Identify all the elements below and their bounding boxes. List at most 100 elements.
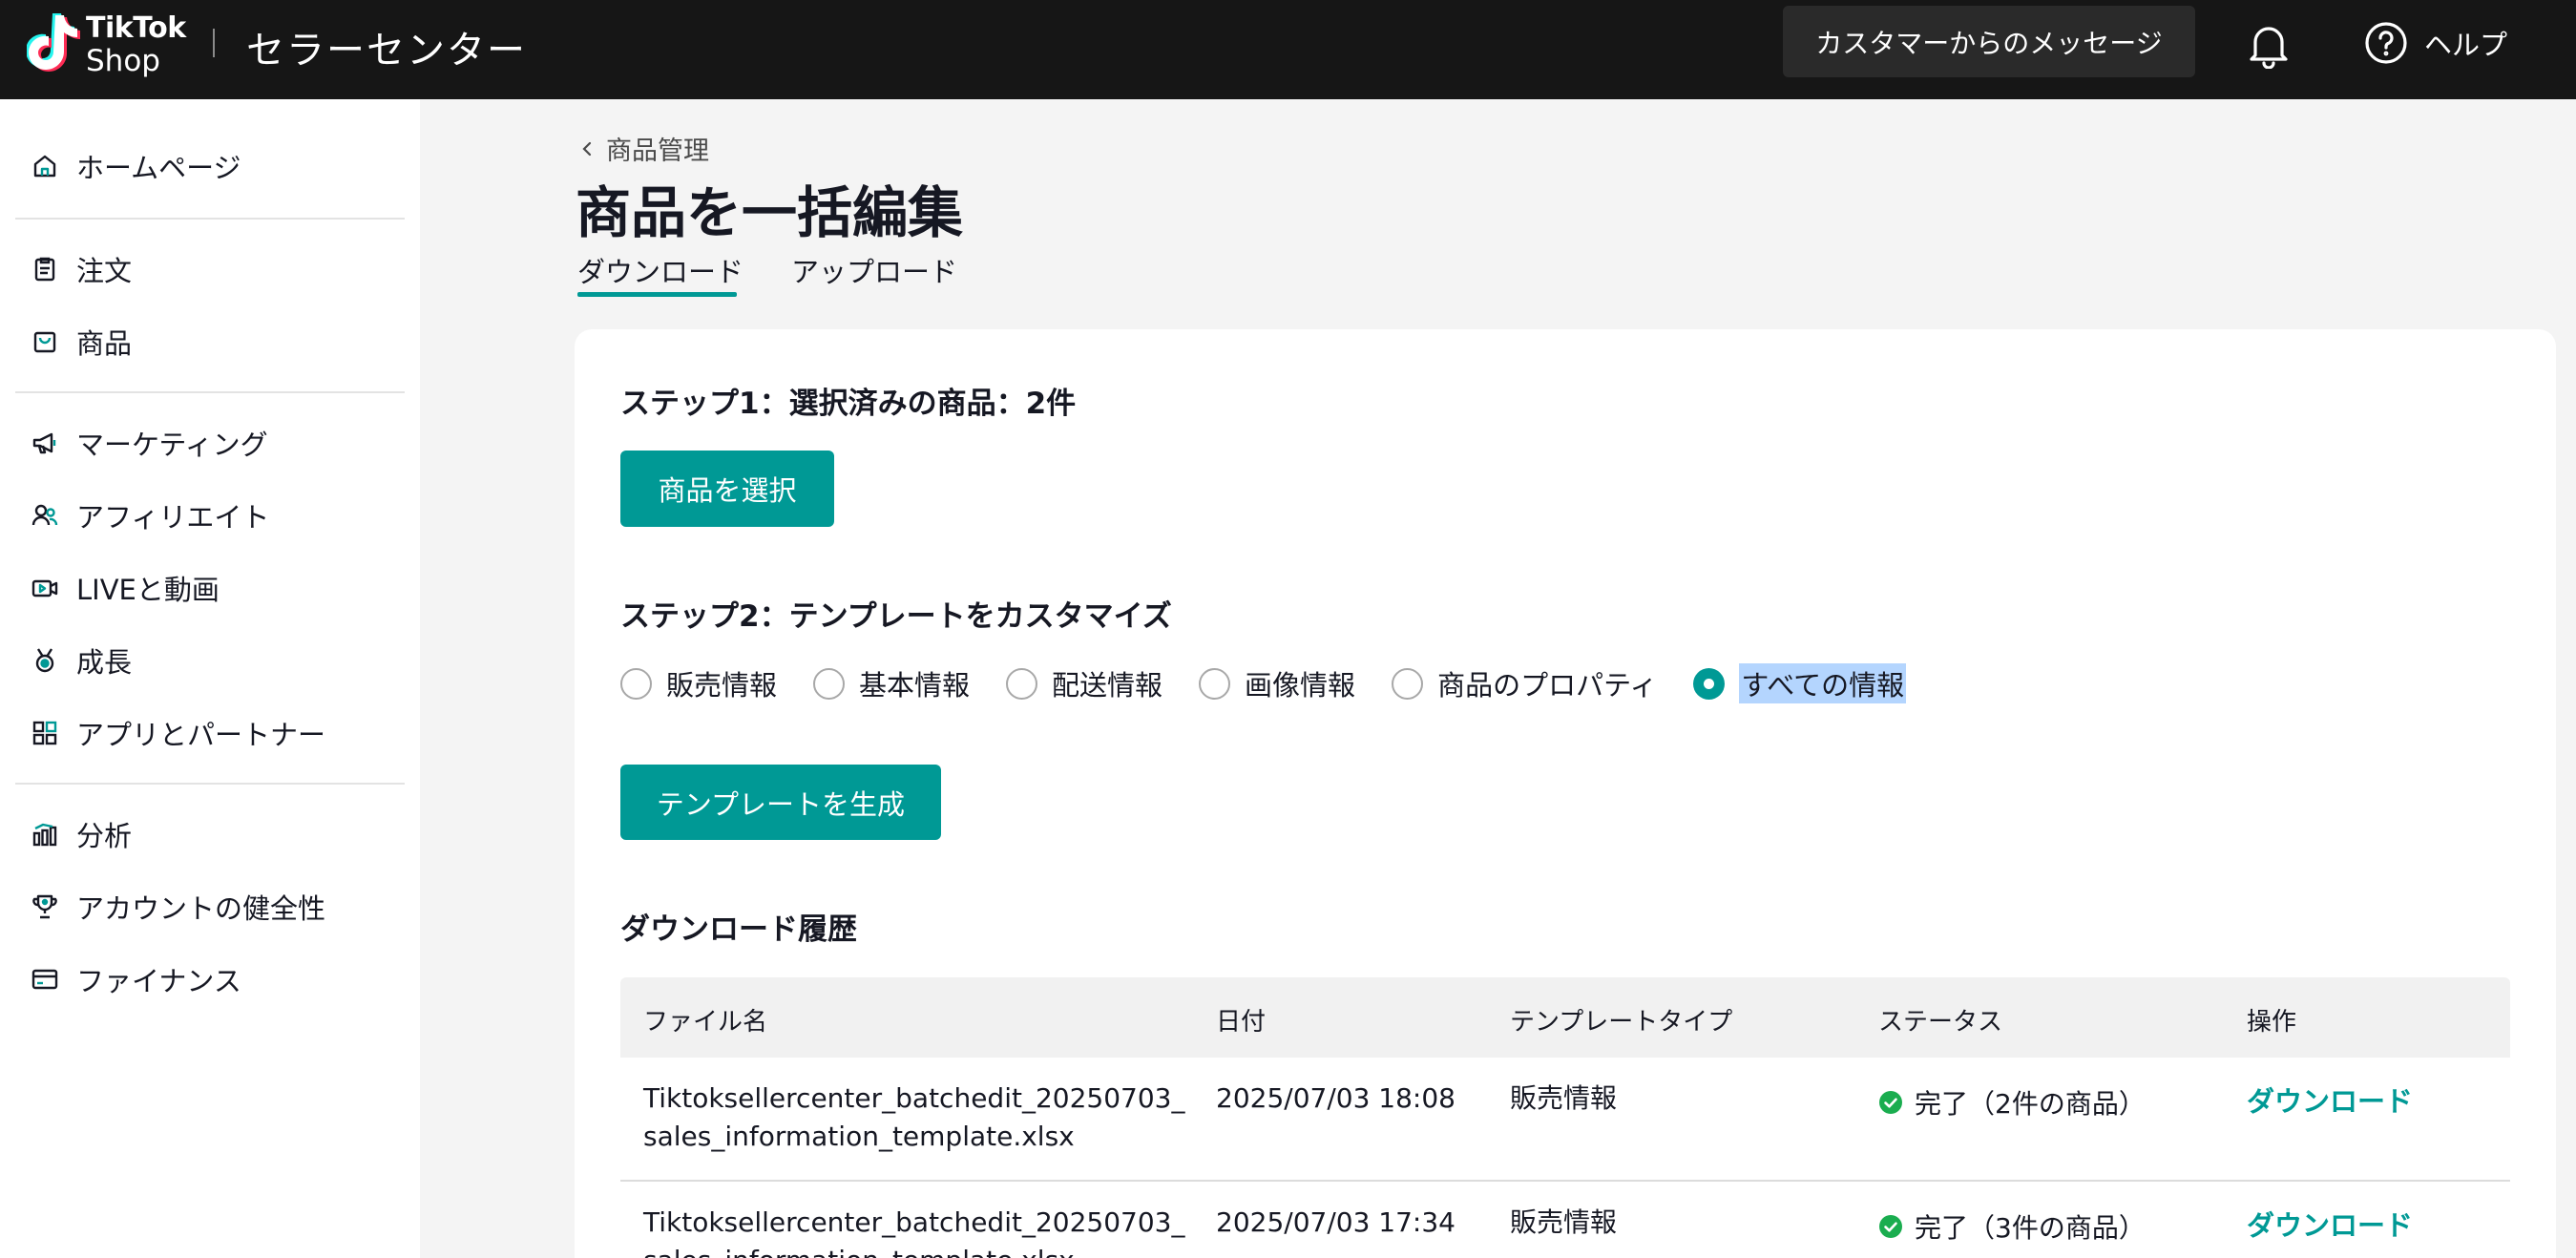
bag-icon [33,331,56,353]
radio-image-info[interactable]: 画像情報 [1199,663,1355,703]
status-text: 完了（3件の商品） [1915,1212,2146,1244]
radio-button[interactable] [620,667,652,700]
radio-all-info[interactable]: すべての情報 [1693,663,1907,703]
people-icon [31,504,58,526]
sidebar-item-home[interactable]: ホームページ [0,137,420,195]
radio-label: 配送情報 [1052,669,1163,702]
status-badge: 完了（2件の商品） [1878,1083,2146,1122]
video-icon [31,579,58,598]
radio-label: 商品のプロパティ [1437,669,1658,702]
medal-icon [35,648,54,673]
logo-wordmark-tiktok: TikTok [86,11,186,45]
header-divider [213,29,215,57]
step1-heading: ステップ1：選択済みの商品：2件 [620,387,1077,421]
breadcrumb[interactable]: 商品管理 [577,130,709,167]
radio-label: 基本情報 [859,669,971,702]
sidebar-item-analytics[interactable]: 分析 [0,806,420,863]
check-circle-icon [1879,1091,1902,1114]
radio-shipping-info[interactable]: 配送情報 [1006,663,1162,703]
generate-template-button[interactable]: テンプレートを生成 [620,765,941,840]
column-header-template-type: テンプレートタイプ [1510,1008,1733,1037]
logo-wordmark-shop: Shop [86,44,160,78]
sidebar-item-label: ファイナンス [76,965,241,997]
sidebar-item-growth[interactable]: 成長 [0,632,420,689]
card-icon [31,969,58,990]
radio-label: 画像情報 [1245,669,1356,702]
cell-filename: Tiktoksellercenter_batchedit_20250703_sa… [643,1206,1185,1258]
status-badge: 完了（3件の商品） [1878,1207,2146,1246]
cell-date: 2025/07/03 18:08 [1216,1082,1456,1114]
bell-icon[interactable] [2246,21,2292,69]
status-text: 完了（2件の商品） [1915,1088,2146,1120]
radio-button[interactable] [813,667,846,700]
help-menu[interactable]: ヘルプ [2363,19,2507,67]
tiktok-logo-icon [27,13,80,72]
template-type-radio-group: 販売情報 基本情報 配送情報 画像情報 商品のプロパティ すべての情報 [620,662,1942,704]
radio-button[interactable] [1392,667,1424,700]
sidebar-item-label: 分析 [76,820,133,852]
sidebar-item-products[interactable]: 商品 [0,313,420,370]
tab-upload[interactable]: アップロード [791,250,957,290]
customer-messages-button[interactable]: カスタマーからのメッセージ [1783,6,2195,77]
question-circle-icon [2365,22,2407,64]
cell-template-type: 販売情報 [1510,1082,1618,1114]
check-circle-icon [1879,1215,1902,1238]
chevron-left-icon [582,141,592,156]
sidebar-item-label: 注文 [76,255,133,287]
sidebar-item-label: ホームページ [76,152,241,184]
megaphone-icon [32,432,56,454]
sidebar-item-live-video[interactable]: LIVEと動画 [0,559,420,617]
sidebar-item-orders[interactable]: 注文 [0,241,420,298]
help-label: ヘルプ [2424,29,2508,61]
active-tab-indicator [577,292,737,297]
radio-basic-info[interactable]: 基本情報 [813,663,970,703]
sidebar-item-finance[interactable]: ファイナンス [0,951,420,1008]
page-title: 商品を一括編集 [576,180,964,245]
sidebar-item-label: マーケティング [76,429,268,461]
sidebar-item-label: 商品 [76,327,133,360]
column-header-date: 日付 [1216,1008,1267,1037]
breadcrumb-label: 商品管理 [606,136,709,166]
sidebar-item-label: 成長 [76,646,133,679]
cell-filename: Tiktoksellercenter_batchedit_20250703_sa… [643,1082,1185,1152]
trophy-icon [32,894,57,919]
radio-sales-info[interactable]: 販売情報 [620,663,777,703]
top-bar: TikTok Shop セラーセンター カスタマーからのメッセージ ヘルプ [0,0,2576,99]
column-header-action: 操作 [2247,1008,2297,1037]
app-title: セラーセンター [246,29,527,73]
step2-heading: ステップ2：テンプレートをカスタマイズ [620,599,1172,634]
download-history-heading: ダウンロード履歴 [620,912,857,947]
tiktok-shop-logo[interactable]: TikTok Shop [27,10,189,78]
sidebar-divider [15,783,405,785]
cell-template-type: 販売情報 [1510,1206,1618,1238]
download-link[interactable]: ダウンロード [2247,1204,2413,1244]
sidebar-item-apps-partners[interactable]: アプリとパートナー [0,704,420,762]
sidebar-divider [15,391,405,393]
select-products-button[interactable]: 商品を選択 [620,451,834,527]
bar-chart-icon [32,823,57,847]
download-link[interactable]: ダウンロード [2247,1080,2413,1120]
clipboard-icon [34,257,55,282]
sidebar-item-label: アカウントの健全性 [76,892,326,925]
sidebar-item-label: アプリとパートナー [76,719,326,751]
sidebar-item-affiliate[interactable]: アフィリエイト [0,487,420,544]
table-row-divider [620,1180,2510,1182]
radio-button-selected[interactable] [1693,667,1726,700]
column-header-filename: ファイル名 [643,1008,768,1037]
radio-product-properties[interactable]: 商品のプロパティ [1392,663,1657,703]
sidebar-divider [15,218,405,220]
sidebar-item-marketing[interactable]: マーケティング [0,414,420,472]
radio-button[interactable] [1199,667,1231,700]
apps-grid-icon [32,721,57,745]
radio-button[interactable] [1006,667,1038,700]
tab-download[interactable]: ダウンロード [577,250,743,290]
home-icon [33,155,56,178]
sidebar-item-label: アフィリエイト [76,501,270,534]
radio-label: すべての情報 [1739,663,1907,703]
sidebar-item-account-health[interactable]: アカウントの健全性 [0,878,420,935]
cell-date: 2025/07/03 17:34 [1216,1206,1456,1238]
sidebar-item-label: LIVEと動画 [76,574,220,606]
sidebar: ホームページ 注文 商品 マーケティング アフィリエイト LIVEと動画 成長 … [0,99,420,1258]
radio-label: 販売情報 [666,669,778,702]
column-header-status: ステータス [1878,1008,2003,1037]
